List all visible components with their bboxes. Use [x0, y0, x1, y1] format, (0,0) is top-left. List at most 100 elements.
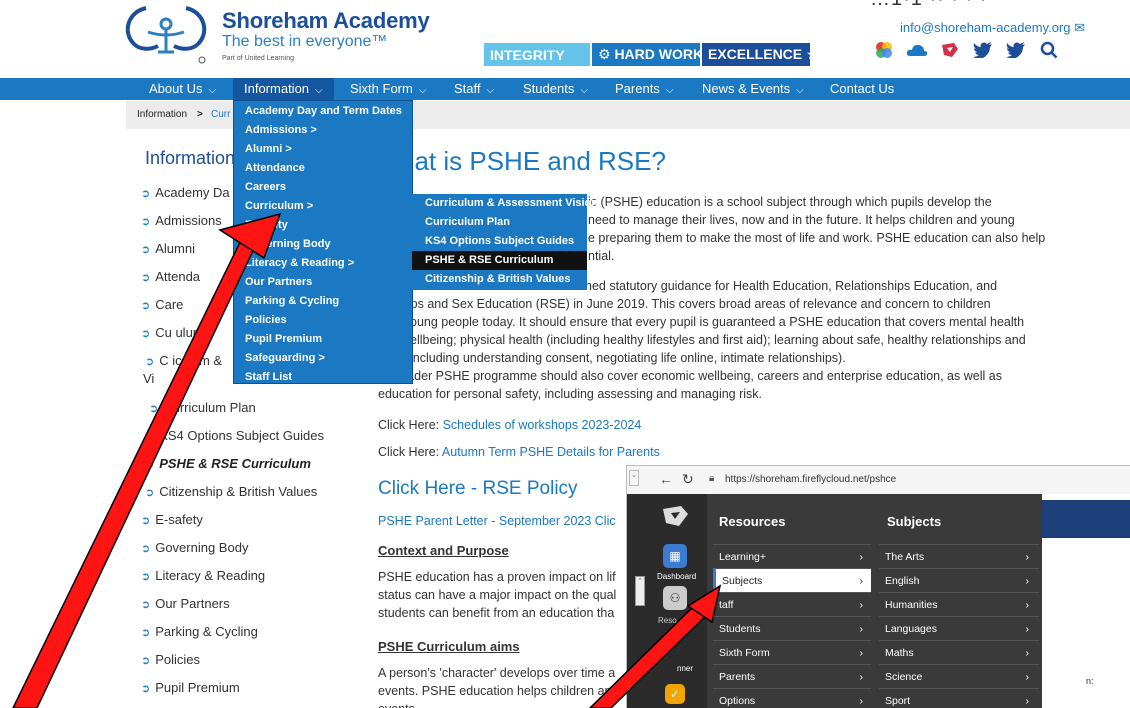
- reload-icon[interactable]: ↻: [682, 471, 694, 488]
- submenu-item-ks4-options[interactable]: KS4 Options Subject Guides: [412, 232, 587, 251]
- subjects-item-sport[interactable]: Sport ›: [879, 688, 1039, 708]
- nav-contact-us[interactable]: Contact Us: [830, 78, 894, 100]
- guidance-paragraph: ionships and Sex Education (RSE) in June…: [378, 295, 1026, 367]
- submenu-item-pshe-rse[interactable]: PSHE & RSE Curriculum: [412, 251, 587, 270]
- subjects-item-languages[interactable]: Languages ›: [879, 616, 1039, 640]
- menu-item-academy-day[interactable]: Academy Day and Term Dates: [245, 105, 402, 117]
- menu-item-our-partners[interactable]: Our Partners: [245, 276, 312, 288]
- subjects-item-the-arts[interactable]: The Arts ›: [879, 544, 1039, 568]
- search-icon[interactable]: [1037, 38, 1061, 62]
- sidebar-item-governing-body[interactable]: ➲ Governing Body: [141, 540, 248, 555]
- context-paragraph: PSHE education has a proven impact on li…: [378, 568, 616, 622]
- sidebar-item-pshe-rse[interactable]: ➲ PSHE & RSE Curriculum: [145, 456, 311, 471]
- sidebar-item-label: Care: [155, 297, 184, 312]
- sidebar-item-parking[interactable]: ➲ Parking & Cycling: [141, 624, 258, 639]
- sidebar-item-academy-day[interactable]: ➲ Academy Da: [141, 185, 230, 200]
- nav-information[interactable]: Information ⌵: [233, 78, 334, 100]
- chevron-right-icon: ›: [859, 671, 864, 683]
- sidebar-item-our-partners[interactable]: ➲ Our Partners: [141, 596, 230, 611]
- resources-item-students[interactable]: Students ›: [713, 616, 871, 640]
- menu-item-policies[interactable]: Policies: [245, 314, 287, 326]
- menu-item-esafety[interactable]: E-safety: [245, 219, 288, 231]
- sidebar-item-admissions[interactable]: ➲ Admissions: [141, 213, 222, 228]
- address-url[interactable]: https://shoreham.fireflycloud.net/pshce: [725, 474, 896, 485]
- nav-about-us[interactable]: About Us ⌵: [149, 78, 216, 100]
- submenu-item-assessment-vision[interactable]: Curriculum & Assessment Vision: [412, 194, 598, 213]
- sidebar-item-attendance[interactable]: ➲ Attenda: [141, 269, 200, 284]
- menu-item-staff-list[interactable]: Staff List: [245, 371, 292, 383]
- nav-parents[interactable]: Parents ⌵: [615, 78, 673, 100]
- scroll-up-icon[interactable]: ⌄: [629, 470, 639, 486]
- sidebar-item-esafety[interactable]: ➲ E-safety: [141, 512, 203, 527]
- menu-item-alumni[interactable]: Alumni >: [245, 143, 292, 155]
- sidebar-item-label: Policies: [155, 652, 201, 667]
- resources-item-learning-plus[interactable]: Learning+ ›: [713, 544, 871, 568]
- subjects-item-maths[interactable]: Maths ›: [879, 640, 1039, 664]
- resources-item-options[interactable]: Options ›: [713, 688, 871, 708]
- text-line: ic (PSHE) education is a school subject …: [588, 195, 992, 209]
- subjects-item-science[interactable]: Science ›: [879, 664, 1039, 688]
- sidebar-item-citizenship[interactable]: ➲ Citizenship & British Values: [145, 484, 317, 499]
- nav-sixth-form[interactable]: Sixth Form ⌵: [350, 78, 426, 100]
- sidebar-item-literacy[interactable]: ➲ Literacy & Reading: [141, 568, 265, 583]
- aims-paragraph: A person's 'character' develops over tim…: [378, 664, 618, 708]
- rse-policy-link[interactable]: Click Here - RSE Policy: [378, 478, 578, 500]
- school-name[interactable]: Shoreham Academy: [222, 8, 430, 34]
- twitter-icon[interactable]: [971, 38, 995, 62]
- text-line: A person's 'character' develops over tim…: [378, 666, 616, 680]
- nav-news-events[interactable]: News & Events ⌵: [702, 78, 804, 100]
- menu-item-pupil-premium[interactable]: Pupil Premium: [245, 333, 322, 345]
- resources-item-staff[interactable]: taff ›: [713, 592, 871, 616]
- email-link[interactable]: info@shoreham-academy.org ✉: [900, 20, 1085, 36]
- chevron-right-icon: ›: [859, 623, 864, 635]
- browser-address-bar: ⌄ ← ↻ 🔒︎ https://shoreham.fireflycloud.n…: [627, 466, 1130, 494]
- autumn-term-link[interactable]: Autumn Term PSHE Details for Parents: [442, 445, 660, 459]
- sidebar-item-ks4-options[interactable]: ➲ KS4 Options Subject Guides: [145, 428, 324, 443]
- workshops-link[interactable]: Schedules of workshops 2023-2024: [443, 418, 642, 432]
- menu-item-curriculum[interactable]: Curriculum >: [245, 200, 313, 212]
- firefly-icon[interactable]: [938, 38, 962, 62]
- twitter-icon[interactable]: [1004, 38, 1028, 62]
- parent-letter-link[interactable]: PSHE Parent Letter - September 2023 Clic: [378, 514, 616, 528]
- sidebar-item-curriculum[interactable]: ➲ Cu ulum: [141, 325, 204, 340]
- nav-label: Parents: [615, 81, 660, 96]
- menu-item-parking[interactable]: Parking & Cycling: [245, 295, 339, 307]
- menu-item-literacy[interactable]: Literacy & Reading >: [245, 257, 354, 269]
- menu-item-admissions[interactable]: Admissions >: [245, 124, 317, 136]
- subjects-item-english[interactable]: English ›: [879, 568, 1039, 592]
- submenu-item-curriculum-plan[interactable]: Curriculum Plan: [412, 213, 587, 232]
- sidebar-item-label: Parking & Cycling: [155, 624, 258, 639]
- resources-icon[interactable]: ⚇: [663, 586, 687, 610]
- sidebar-item-pupil-premium[interactable]: ➲ Pupil Premium: [141, 680, 240, 695]
- resources-item-sixth-form[interactable]: Sixth Form ›: [713, 640, 871, 664]
- menu-item-careers[interactable]: Careers: [245, 181, 286, 193]
- breadcrumb-curriculum[interactable]: Curr: [211, 109, 230, 120]
- item-label: Maths: [885, 647, 914, 659]
- breadcrumb-information[interactable]: Information: [137, 109, 187, 120]
- bullet-icon: ➲: [145, 459, 155, 471]
- resources-item-parents[interactable]: Parents ›: [713, 664, 871, 688]
- onedrive-icon[interactable]: [905, 38, 929, 62]
- nav-students[interactable]: Students ⌵: [523, 78, 588, 100]
- dashboard-icon[interactable]: ▦: [663, 544, 687, 568]
- tasks-icon[interactable]: ✓: [665, 684, 685, 704]
- chevron-right-icon: ›: [1025, 575, 1030, 587]
- sidebar-item-careers[interactable]: ➲ Care: [141, 297, 183, 312]
- scrollbar[interactable]: ⌃: [635, 576, 645, 606]
- nav-staff[interactable]: Staff ⌵: [454, 78, 494, 100]
- menu-item-attendance[interactable]: Attendance: [245, 162, 305, 174]
- sidebar-item-curriculum-vision[interactable]: ➲ C iculum &: [145, 353, 222, 368]
- menu-item-governing-body[interactable]: Governing Body: [245, 238, 331, 250]
- chevron-right-icon: ›: [859, 551, 864, 563]
- submenu-item-citizenship[interactable]: Citizenship & British Values: [412, 270, 587, 289]
- resources-item-subjects[interactable]: Subjects ›: [713, 568, 871, 592]
- logo-icon[interactable]: [118, 2, 214, 66]
- google-arts-icon[interactable]: [872, 38, 896, 62]
- menu-item-safeguarding[interactable]: Safeguarding >: [245, 352, 325, 364]
- firefly-logo-icon[interactable]: [661, 504, 691, 528]
- sidebar-item-policies[interactable]: ➲ Policies: [141, 652, 200, 667]
- sidebar-item-alumni[interactable]: ➲ Alumni: [141, 241, 195, 256]
- sidebar-item-curriculum-plan[interactable]: ➲ Curriculum Plan: [149, 400, 256, 415]
- back-arrow-icon[interactable]: ←: [659, 471, 673, 487]
- subjects-item-humanities[interactable]: Humanities ›: [879, 592, 1039, 616]
